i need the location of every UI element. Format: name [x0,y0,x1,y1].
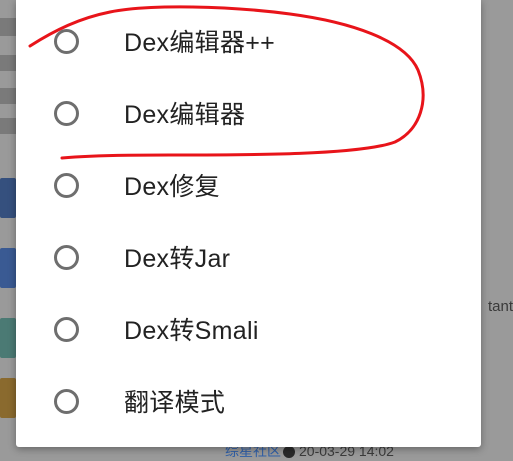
option-label: Dex修复 [124,173,220,201]
option-label: Dex转Smali [124,317,259,345]
bg-avatar-icon [283,446,295,459]
option-dex-editor[interactable]: Dex编辑器 [16,85,481,141]
bg-text-fragment: tant [487,298,513,315]
option-label: Dex编辑器++ [124,29,276,57]
bg-list-edge [0,55,16,71]
radio-icon[interactable] [54,388,79,414]
option-label: Dex转Jar [124,245,231,273]
radio-icon[interactable] [54,316,79,342]
radio-icon[interactable] [54,244,79,270]
radio-icon[interactable] [54,28,79,54]
bg-file-icon [0,318,16,358]
option-dex-to-jar[interactable]: Dex转Jar [16,229,481,285]
option-translate-mode[interactable]: 翻译模式 [16,373,481,429]
bg-list-edge [0,88,16,104]
bg-file-icon [0,178,16,218]
bg-file-icon [0,378,16,418]
radio-icon[interactable] [54,172,79,198]
choice-dialog: Dex编辑器++ Dex编辑器 Dex修复 Dex转Jar Dex转Smali … [16,0,481,447]
radio-icon[interactable] [54,100,79,126]
bg-list-edge [0,118,16,134]
option-label: 翻译模式 [124,389,226,417]
option-label: Dex编辑器 [124,101,246,129]
bg-file-icon [0,248,16,288]
option-dex-to-smali[interactable]: Dex转Smali [16,301,481,357]
option-dex-repair[interactable]: Dex修复 [16,157,481,213]
bg-list-edge [0,18,16,36]
option-dex-editor-plus[interactable]: Dex编辑器++ [16,13,481,69]
